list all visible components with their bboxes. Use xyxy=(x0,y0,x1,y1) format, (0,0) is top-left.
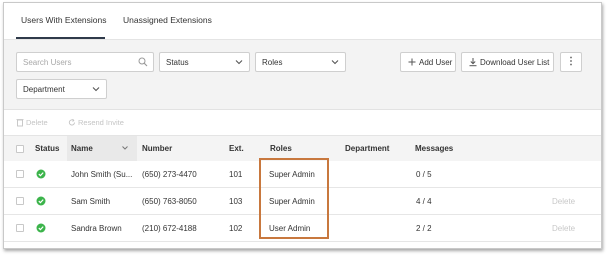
trash-icon xyxy=(16,119,24,127)
search-input[interactable]: Search Users xyxy=(16,52,154,72)
chevron-down-icon xyxy=(91,84,101,96)
chevron-down-icon xyxy=(330,57,340,69)
row-delete-button[interactable]: Delete xyxy=(552,197,575,206)
user-number: (210) 672-4188 xyxy=(142,224,197,233)
download-user-list-label: Download User List xyxy=(480,58,550,67)
department-dropdown-label: Department xyxy=(23,85,65,94)
status-ok-icon xyxy=(36,169,46,179)
table-row[interactable]: John Smith (Su... (650) 273-4470 101 Sup… xyxy=(4,161,601,188)
column-name[interactable]: Name xyxy=(71,144,93,153)
roles-dropdown-label: Roles xyxy=(262,58,283,67)
user-ext: 103 xyxy=(229,197,243,206)
resend-invite-button[interactable]: Resend Invite xyxy=(68,118,124,129)
row-checkbox[interactable] xyxy=(16,170,24,178)
status-dropdown-label: Status xyxy=(166,58,189,67)
table-header: Status Name Number Ext. Roles Department… xyxy=(4,135,601,162)
search-icon xyxy=(138,57,148,69)
user-messages: 0 / 5 xyxy=(416,170,432,179)
status-ok-icon xyxy=(36,196,46,206)
user-name[interactable]: Sam Smith xyxy=(71,197,110,206)
column-number[interactable]: Number xyxy=(142,144,172,153)
tab-unassigned-extensions[interactable]: Unassigned Extensions xyxy=(123,15,212,25)
user-name[interactable]: Sandra Brown xyxy=(71,224,122,233)
user-ext: 101 xyxy=(229,170,243,179)
column-department[interactable]: Department xyxy=(345,144,389,153)
download-icon xyxy=(468,57,478,69)
refresh-icon xyxy=(68,118,75,126)
column-status[interactable]: Status xyxy=(35,144,59,153)
bulk-action-toolbar: Delete Resend Invite xyxy=(4,110,601,135)
table-row[interactable]: Sam Smith (650) 763-8050 103 Super Admin… xyxy=(4,188,601,215)
row-delete-button[interactable]: Delete xyxy=(552,224,575,233)
table-row[interactable]: Sandra Brown (210) 672-4188 102 User Adm… xyxy=(4,215,601,242)
select-all-checkbox[interactable] xyxy=(16,145,24,153)
column-ext[interactable]: Ext. xyxy=(229,144,244,153)
user-ext: 102 xyxy=(229,224,243,233)
search-placeholder: Search Users xyxy=(23,58,72,67)
resend-invite-label: Resend Invite xyxy=(78,118,124,127)
tab-bar: Users With Extensions Unassigned Extensi… xyxy=(4,3,601,40)
column-roles[interactable]: Roles xyxy=(270,144,292,153)
users-panel: Users With Extensions Unassigned Extensi… xyxy=(3,2,602,249)
row-checkbox[interactable] xyxy=(16,197,24,205)
filter-panel: Search Users Status Roles Add User Downl… xyxy=(4,40,601,110)
user-messages: 4 / 4 xyxy=(416,197,432,206)
status-dropdown[interactable]: Status xyxy=(159,52,250,72)
more-options-button[interactable]: ⋮ xyxy=(560,52,582,72)
chevron-down-icon xyxy=(234,57,244,69)
user-role: User Admin xyxy=(269,224,311,233)
user-number: (650) 763-8050 xyxy=(142,197,197,206)
column-messages[interactable]: Messages xyxy=(415,144,453,153)
sort-chevron-icon[interactable] xyxy=(121,144,129,154)
tab-users-with-extensions[interactable]: Users With Extensions xyxy=(21,15,107,25)
delete-selected-label: Delete xyxy=(26,118,48,127)
user-name[interactable]: John Smith (Su... xyxy=(71,170,132,179)
plus-icon xyxy=(407,57,417,69)
delete-selected-button[interactable]: Delete xyxy=(16,118,48,129)
add-user-label: Add User xyxy=(419,58,453,67)
download-user-list-button[interactable]: Download User List xyxy=(461,52,554,72)
add-user-button[interactable]: Add User xyxy=(400,52,456,72)
more-options-icon: ⋮ xyxy=(566,56,576,67)
active-tab-indicator xyxy=(16,37,105,39)
status-ok-icon xyxy=(36,223,46,233)
user-role: Super Admin xyxy=(269,197,315,206)
user-number: (650) 273-4470 xyxy=(142,170,197,179)
user-messages: 2 / 2 xyxy=(416,224,432,233)
roles-dropdown[interactable]: Roles xyxy=(255,52,346,72)
department-dropdown[interactable]: Department xyxy=(16,79,107,99)
user-role: Super Admin xyxy=(269,170,315,179)
row-checkbox[interactable] xyxy=(16,224,24,232)
